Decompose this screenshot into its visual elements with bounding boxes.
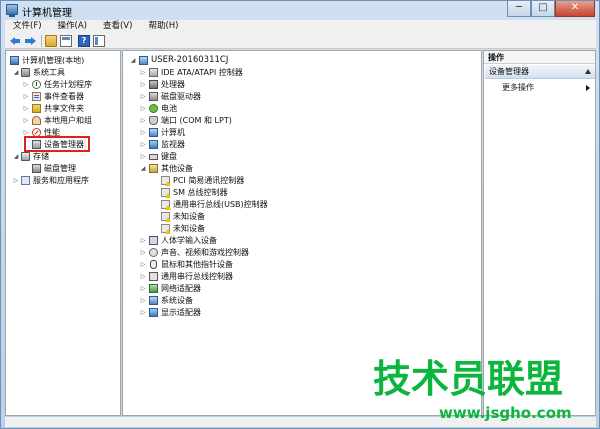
disk-drive-icon bbox=[149, 92, 158, 101]
collapse-triangle-icon[interactable]: ◢ bbox=[12, 67, 20, 78]
expand-triangle-icon[interactable]: ▷ bbox=[139, 67, 147, 78]
show-hide-action-pane-icon[interactable] bbox=[93, 35, 105, 47]
system-device-icon bbox=[149, 296, 158, 305]
device-manager-highlight bbox=[24, 136, 90, 152]
expand-triangle-icon[interactable]: ▷ bbox=[139, 91, 147, 102]
close-button[interactable]: ✕ bbox=[555, 1, 595, 17]
menu-help[interactable]: 帮助(H) bbox=[140, 20, 186, 33]
users-icon bbox=[32, 116, 41, 125]
network-adapter-icon bbox=[149, 284, 158, 293]
submenu-arrow-icon[interactable] bbox=[586, 85, 590, 91]
expand-triangle-icon[interactable]: ▷ bbox=[22, 91, 30, 102]
usb-icon bbox=[149, 272, 158, 281]
title-bar[interactable]: 计算机管理 ─ □ ✕ bbox=[1, 1, 599, 19]
window-title: 计算机管理 bbox=[22, 8, 72, 19]
expand-triangle-icon[interactable]: ▷ bbox=[139, 283, 147, 294]
expand-triangle-icon[interactable]: ▷ bbox=[139, 259, 147, 270]
shared-folder-icon bbox=[32, 104, 41, 113]
battery-icon bbox=[149, 104, 158, 113]
back-arrow-icon[interactable] bbox=[9, 35, 21, 47]
window-controls: ─ □ ✕ bbox=[507, 1, 595, 17]
actions-section-label: 设备管理器 bbox=[489, 67, 529, 76]
collapse-triangle-icon[interactable]: ◢ bbox=[12, 151, 20, 162]
disk-management-icon bbox=[32, 164, 41, 173]
monitor-icon bbox=[149, 140, 158, 149]
expand-triangle-icon[interactable]: ▷ bbox=[139, 307, 147, 318]
menu-bar: 文件(F) 操作(A) 查看(V) 帮助(H) bbox=[5, 20, 596, 33]
mouse-icon bbox=[150, 260, 157, 269]
warning-device-icon bbox=[161, 188, 171, 198]
help-icon[interactable]: ? bbox=[78, 35, 90, 47]
toolbar: ? bbox=[5, 33, 596, 49]
watermark-logo-text: 技术员联盟 bbox=[373, 357, 564, 401]
watermark: 技术员联盟 www.jsgho.com bbox=[373, 357, 599, 427]
tools-icon bbox=[21, 68, 30, 77]
more-actions-link[interactable]: 更多操作 bbox=[502, 82, 534, 93]
expand-triangle-icon[interactable]: ▷ bbox=[22, 79, 30, 90]
hid-icon bbox=[149, 236, 158, 245]
event-viewer-icon bbox=[32, 92, 41, 101]
expand-triangle-icon[interactable]: ▷ bbox=[139, 151, 147, 162]
window: 计算机管理 ─ □ ✕ 文件(F) 操作(A) 查看(V) 帮助(H) ? 计算… bbox=[0, 0, 600, 429]
warning-device-icon bbox=[161, 224, 171, 234]
warning-device-icon bbox=[161, 200, 171, 210]
collapse-triangle-icon[interactable]: ◢ bbox=[129, 55, 137, 66]
menu-action[interactable]: 操作(A) bbox=[50, 20, 95, 33]
keyboard-icon bbox=[149, 154, 158, 160]
expand-triangle-icon[interactable]: ▷ bbox=[12, 175, 20, 186]
expand-triangle-icon[interactable]: ▷ bbox=[139, 103, 147, 114]
expand-triangle-icon[interactable]: ▷ bbox=[22, 103, 30, 114]
expand-triangle-icon[interactable]: ▷ bbox=[139, 271, 147, 282]
show-hide-console-tree-icon[interactable] bbox=[60, 35, 72, 47]
expand-triangle-icon[interactable]: ▷ bbox=[139, 115, 147, 126]
watermark-url: www.jsgho.com bbox=[439, 404, 572, 422]
expand-triangle-icon[interactable]: ▷ bbox=[139, 139, 147, 150]
processor-icon bbox=[149, 80, 158, 89]
sound-icon bbox=[149, 248, 158, 257]
expand-triangle-icon[interactable]: ▷ bbox=[139, 247, 147, 258]
computer-icon bbox=[149, 128, 158, 137]
actions-section-device-manager[interactable]: 设备管理器 bbox=[485, 65, 595, 79]
port-icon bbox=[149, 116, 158, 125]
other-devices-icon bbox=[149, 164, 158, 173]
menu-file[interactable]: 文件(F) bbox=[5, 20, 50, 33]
expand-triangle-icon[interactable]: ▷ bbox=[139, 79, 147, 90]
maximize-button[interactable]: □ bbox=[531, 1, 555, 17]
up-folder-icon[interactable] bbox=[45, 35, 57, 47]
toolbar-separator bbox=[41, 35, 42, 47]
computer-icon bbox=[139, 56, 148, 65]
warning-device-icon bbox=[161, 212, 171, 222]
collapse-arrow-icon[interactable] bbox=[585, 69, 591, 74]
display-adapter-icon bbox=[149, 308, 158, 317]
ide-controller-icon bbox=[149, 68, 158, 77]
menu-view[interactable]: 查看(V) bbox=[95, 20, 140, 33]
minimize-button[interactable]: ─ bbox=[507, 1, 531, 17]
collapse-triangle-icon[interactable]: ◢ bbox=[139, 163, 147, 174]
expand-triangle-icon[interactable]: ▷ bbox=[139, 295, 147, 306]
console-tree: 计算机管理(本地) ◢ 系统工具 ▷ 任务计划程序 ▷ 事件查看器 ▷ 共享文件… bbox=[5, 50, 121, 416]
expand-triangle-icon[interactable]: ▷ bbox=[22, 115, 30, 126]
clock-icon bbox=[32, 80, 41, 89]
actions-header: 操作 bbox=[484, 51, 595, 64]
expand-triangle-icon[interactable]: ▷ bbox=[139, 127, 147, 138]
warning-device-icon bbox=[161, 176, 171, 186]
storage-icon bbox=[21, 152, 30, 161]
services-icon bbox=[21, 176, 30, 185]
forward-arrow-icon[interactable] bbox=[25, 35, 37, 47]
computer-management-icon bbox=[6, 4, 18, 17]
computer-management-icon bbox=[10, 56, 19, 65]
expand-triangle-icon[interactable]: ▷ bbox=[139, 235, 147, 246]
